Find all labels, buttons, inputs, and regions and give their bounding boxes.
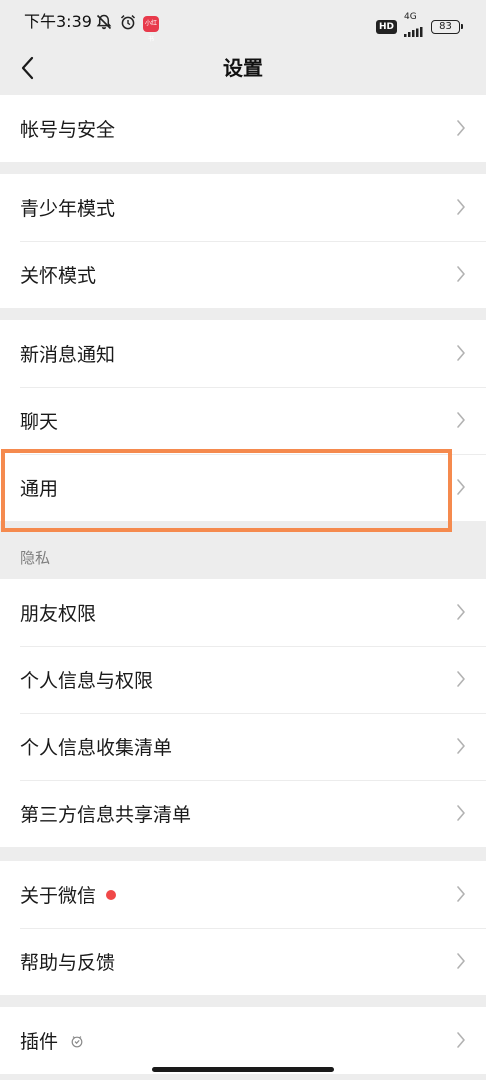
settings-group-about: 关于微信 帮助与反馈 <box>0 861 486 995</box>
status-time: 下午3:39 <box>24 12 92 31</box>
settings-item-help-feedback[interactable]: 帮助与反馈 <box>0 928 486 995</box>
alarm-clock-icon <box>119 13 137 35</box>
settings-item-plugins[interactable]: 插件 <box>0 1007 486 1074</box>
settings-item-third-party-sharing-list[interactable]: 第三方信息共享清单 <box>0 780 486 847</box>
settings-item-label: 关怀模式 <box>20 265 97 287</box>
home-indicator[interactable] <box>152 1067 334 1072</box>
settings-item-label: 第三方信息共享清单 <box>20 804 192 826</box>
battery-icon: 83 <box>431 19 463 34</box>
settings-group-privacy: 朋友权限 个人信息与权限 个人信息收集清单 第三方信息共享清单 <box>0 579 486 847</box>
settings-item-friend-permissions[interactable]: 朋友权限 <box>0 579 486 646</box>
settings-item-label: 个人信息与权限 <box>20 670 154 692</box>
settings-item-new-message-notifications[interactable]: 新消息通知 <box>0 320 486 387</box>
settings-item-label: 新消息通知 <box>20 344 116 366</box>
chevron-right-icon <box>457 886 465 902</box>
section-header-privacy: 隐私 <box>20 549 51 567</box>
chevron-right-icon <box>457 266 465 282</box>
page-title: 设置 <box>223 56 263 80</box>
settings-item-general[interactable]: 通用 <box>0 454 486 521</box>
settings-item-label: 青少年模式 <box>20 198 116 220</box>
settings-item-label-wrap: 插件 <box>20 1007 84 1074</box>
settings-group-plugins: 插件 <box>0 1007 486 1074</box>
settings-item-label: 插件 <box>20 1031 59 1053</box>
network-type: 4G <box>404 12 417 22</box>
signal-bars-icon <box>404 22 424 41</box>
settings-item-chat[interactable]: 聊天 <box>0 387 486 454</box>
chevron-right-icon <box>457 953 465 969</box>
status-left-icons: 小红书 <box>95 13 159 43</box>
settings-item-label: 聊天 <box>20 411 59 433</box>
status-bar: 下午3:39 小红书 HD 4G 83 <box>0 0 486 46</box>
status-right-icons: HD 4G 83 <box>375 12 463 41</box>
settings-item-label: 帮助与反馈 <box>20 952 116 974</box>
chevron-right-icon <box>457 120 465 136</box>
chevron-right-icon <box>457 738 465 754</box>
settings-item-label: 个人信息收集清单 <box>20 737 173 759</box>
chevron-right-icon <box>457 805 465 821</box>
notification-dot <box>106 889 117 900</box>
settings-group-account: 帐号与安全 <box>0 95 486 162</box>
settings-group-modes: 青少年模式 关怀模式 <box>0 174 486 308</box>
settings-item-label: 朋友权限 <box>20 603 97 625</box>
hd-badge: HD <box>375 19 397 34</box>
chevron-right-icon <box>457 345 465 361</box>
settings-item-about-wechat[interactable]: 关于微信 <box>0 861 486 928</box>
nav-bar: 设置 <box>0 46 486 94</box>
chevron-right-icon <box>457 671 465 687</box>
chevron-right-icon <box>457 1032 465 1048</box>
chevron-right-icon <box>457 604 465 620</box>
settings-item-care-mode[interactable]: 关怀模式 <box>0 241 486 308</box>
settings-item-label-wrap: 关于微信 <box>20 861 117 928</box>
mute-bell-icon <box>95 13 113 35</box>
chevron-right-icon <box>457 412 465 428</box>
chevron-right-icon <box>457 479 465 495</box>
network-indicator: 4G <box>404 12 424 41</box>
settings-item-label: 关于微信 <box>20 885 97 907</box>
red-app-notification-icon: 小红书 <box>143 16 159 43</box>
settings-item-label: 通用 <box>20 478 59 500</box>
chevron-right-icon <box>457 199 465 215</box>
settings-group-general: 新消息通知 聊天 通用 <box>0 320 486 521</box>
settings-item-teen-mode[interactable]: 青少年模式 <box>0 174 486 241</box>
settings-item-personal-info-permissions[interactable]: 个人信息与权限 <box>0 646 486 713</box>
plugin-status-icon <box>71 1035 83 1047</box>
settings-item-account-security[interactable]: 帐号与安全 <box>0 95 486 162</box>
settings-item-personal-info-collection-list[interactable]: 个人信息收集清单 <box>0 713 486 780</box>
settings-item-label: 帐号与安全 <box>20 119 116 141</box>
